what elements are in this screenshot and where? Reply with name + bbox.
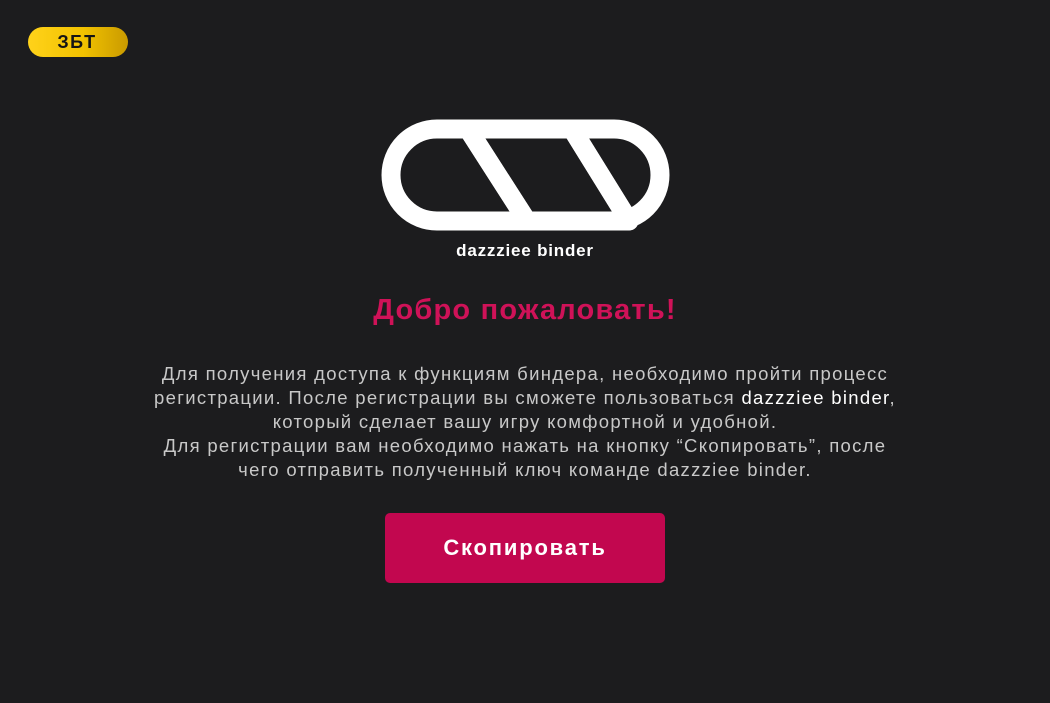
copy-button[interactable]: Скопировать <box>385 513 665 583</box>
chain-links-logo-icon <box>381 119 670 231</box>
beta-badge: ЗБТ <box>28 27 128 57</box>
description-line-4: Для регистрации вам необходимо нажать на… <box>163 435 887 456</box>
welcome-title: Добро пожаловать! <box>373 294 677 326</box>
description-line-1: Для получения доступа к функциям биндера… <box>161 363 889 384</box>
brand-name: dazzziee binder <box>456 241 594 260</box>
description-line-3: который сделает вашу игру комфортной и у… <box>272 411 778 432</box>
description-line-2-end: , <box>889 387 896 408</box>
description-line-2-start: регистрации. После регистрации вы сможет… <box>154 387 742 408</box>
brand-highlight: dazzziee binder <box>741 387 890 408</box>
beta-badge-label: ЗБТ <box>57 31 97 52</box>
description-line-5: чего отправить полученный ключ команде d… <box>238 459 812 480</box>
description-text: Для получения доступа к функциям биндера… <box>75 362 975 482</box>
